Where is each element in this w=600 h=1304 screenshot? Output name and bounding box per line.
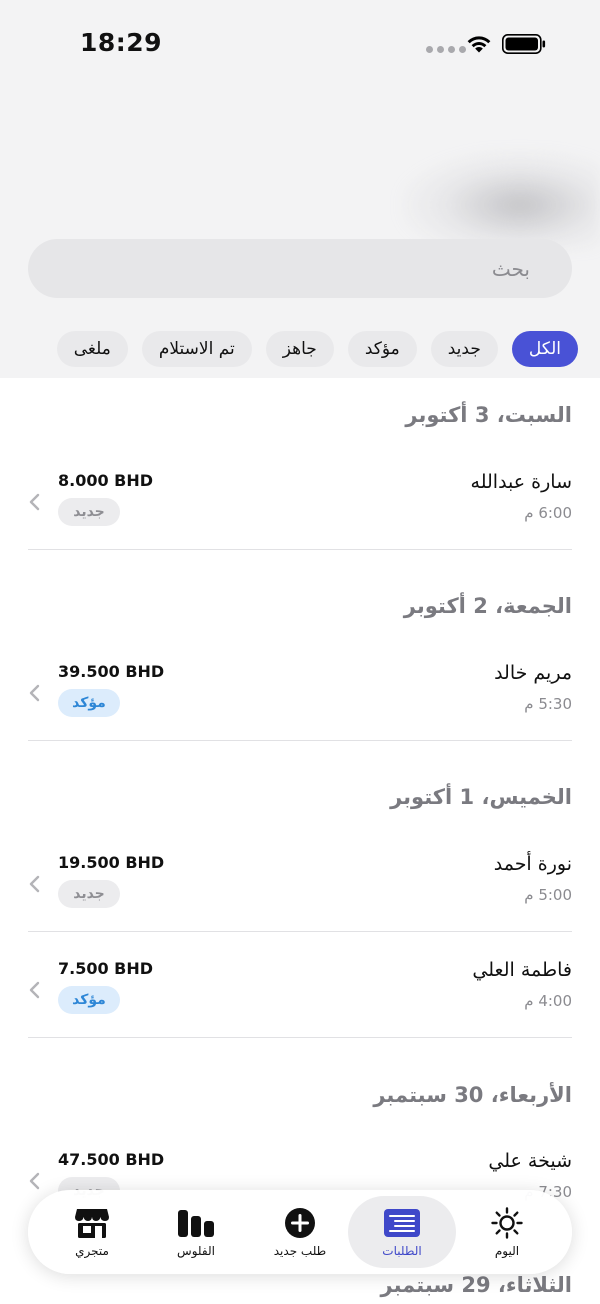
- chevron-left-icon: [29, 981, 40, 999]
- blurred-header-content: [400, 150, 600, 250]
- order-time: 5:00 م: [524, 886, 572, 904]
- status-badge: جديد: [58, 498, 120, 526]
- cellular-signal-icon: [426, 46, 466, 53]
- tab-orders[interactable]: الطلبات: [348, 1196, 456, 1268]
- customer-name: شيخة علي: [488, 1150, 572, 1172]
- filter-chip-all[interactable]: الكل: [511, 331, 578, 367]
- list-icon: [384, 1209, 420, 1237]
- wifi-icon: [467, 36, 491, 53]
- bar-chart-icon: [178, 1210, 214, 1237]
- customer-name: نورة أحمد: [493, 853, 572, 875]
- plus-circle-icon: [285, 1208, 315, 1238]
- row-divider: [28, 549, 572, 550]
- row-divider: [28, 740, 572, 741]
- customer-name: مريم خالد: [494, 662, 572, 684]
- date-header: السبت، 3 أكتوبر: [405, 403, 572, 427]
- order-amount: 19.500 BHD: [58, 853, 165, 872]
- status-filter-chips: الكل جديد مؤكد جاهز تم الاستلام ملغى: [56, 331, 578, 367]
- customer-name: سارة عبدالله: [470, 471, 572, 493]
- status-badge: مؤكد: [58, 689, 120, 717]
- bottom-tab-bar: اليوم الطلبات طلب جديد الفلوس متجري: [28, 1190, 572, 1274]
- filter-chip-picked-up[interactable]: تم الاستلام: [141, 331, 252, 367]
- status-time: 18:29: [80, 28, 163, 57]
- order-time: 5:30 م: [524, 695, 572, 713]
- date-header: الخميس، 1 أكتوبر: [390, 785, 572, 809]
- tab-label: اليوم: [494, 1244, 520, 1258]
- row-divider: [28, 1037, 572, 1038]
- sun-icon: [491, 1207, 523, 1239]
- tab-new-order[interactable]: طلب جديد: [246, 1196, 354, 1268]
- store-icon: [75, 1209, 109, 1238]
- order-row[interactable]: فاطمة العلي 4:00 م 7.500 BHD مؤكد: [28, 959, 572, 1023]
- battery-icon: [502, 34, 546, 54]
- search-bar[interactable]: [28, 239, 572, 298]
- filter-chip-ready[interactable]: جاهز: [265, 331, 334, 367]
- tab-label: الطلبات: [382, 1244, 422, 1258]
- chevron-left-icon: [29, 684, 40, 702]
- filter-chip-new[interactable]: جديد: [430, 331, 498, 367]
- order-amount: 7.500 BHD: [58, 959, 154, 978]
- tab-today[interactable]: اليوم: [453, 1196, 561, 1268]
- date-header: الجمعة، 2 أكتوبر: [403, 594, 572, 618]
- order-amount: 39.500 BHD: [58, 662, 165, 681]
- row-divider: [28, 931, 572, 932]
- order-row[interactable]: مريم خالد 5:30 م 39.500 BHD مؤكد: [28, 662, 572, 726]
- order-row[interactable]: سارة عبدالله 6:00 م 8.000 BHD جديد: [28, 471, 572, 535]
- chevron-left-icon: [29, 1172, 40, 1190]
- chevron-left-icon: [29, 875, 40, 893]
- filter-chip-cancelled[interactable]: ملغى: [56, 331, 128, 367]
- filter-chip-confirmed[interactable]: مؤكد: [347, 331, 417, 367]
- tab-store[interactable]: متجري: [38, 1196, 146, 1268]
- tab-money[interactable]: الفلوس: [142, 1196, 250, 1268]
- status-badge: جديد: [58, 880, 120, 908]
- status-bar: 18:29: [0, 0, 600, 90]
- order-amount: 47.500 BHD: [58, 1150, 165, 1169]
- order-time: 4:00 م: [524, 992, 572, 1010]
- status-badge: مؤكد: [58, 986, 120, 1014]
- order-amount: 8.000 BHD: [58, 471, 154, 490]
- order-time: 6:00 م: [524, 504, 572, 522]
- date-header: الثلاثاء، 29 سبتمبر: [380, 1273, 572, 1297]
- customer-name: فاطمة العلي: [472, 959, 572, 981]
- tab-label: طلب جديد: [273, 1244, 327, 1258]
- tab-label: الفلوس: [177, 1244, 215, 1258]
- chevron-left-icon: [29, 493, 40, 511]
- order-row[interactable]: نورة أحمد 5:00 م 19.500 BHD جديد: [28, 853, 572, 917]
- date-header: الأربعاء، 30 سبتمبر: [373, 1083, 572, 1107]
- tab-label: متجري: [75, 1244, 109, 1258]
- search-input[interactable]: [28, 239, 572, 298]
